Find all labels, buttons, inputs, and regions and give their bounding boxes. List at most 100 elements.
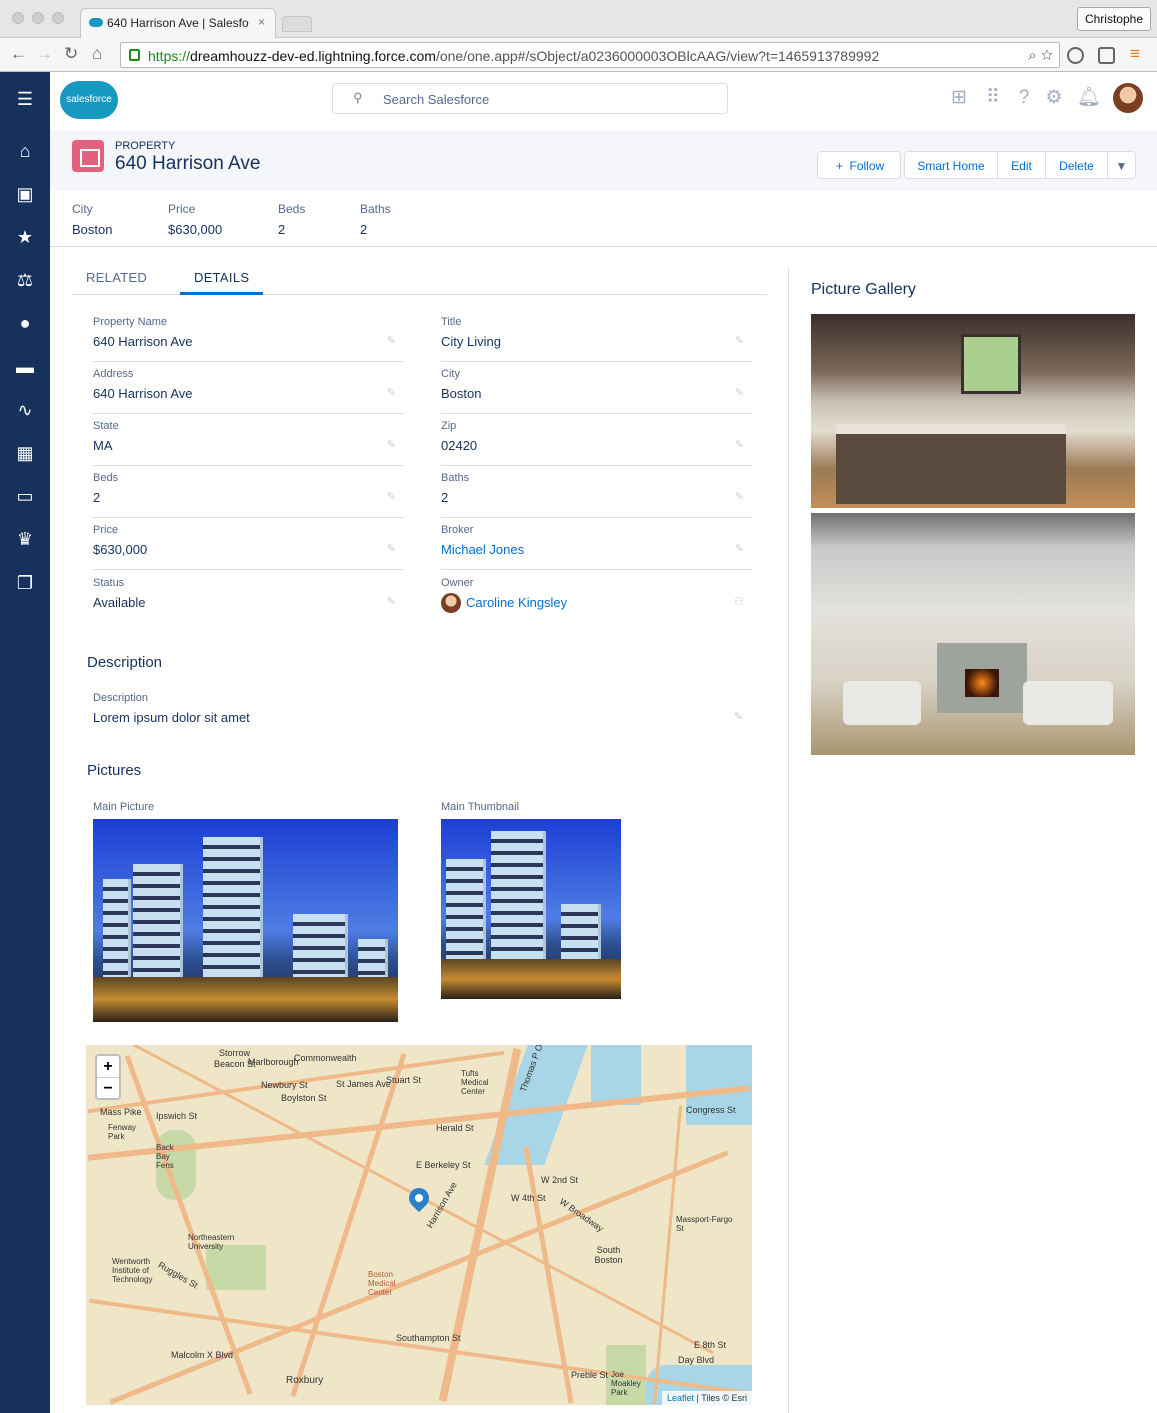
nav-people-icon[interactable]: ● [15,313,35,333]
map-label-marlborough: Marlborough [248,1057,299,1067]
nav-favorites-icon[interactable]: ★ [15,227,35,247]
main-picture-label: Main Picture [93,801,155,813]
browser-tab[interactable]: 640 Harrison Ave | Salesfo × [80,8,276,38]
map-label-congress: Congress St [686,1105,736,1115]
owner-link[interactable]: Caroline Kingsley [466,595,567,610]
leaflet-link[interactable]: Leaflet [667,1393,694,1403]
nav-pulse-icon[interactable]: ∿ [15,400,35,420]
minimize-window-icon[interactable] [32,12,44,24]
broker-link[interactable]: Michael Jones [441,542,524,557]
nav-properties-icon[interactable]: ▣ [15,184,35,204]
setup-gear-icon[interactable]: ⚙ [1043,87,1065,109]
map-label-st-james: St James Ave [336,1079,391,1089]
field-label: Beds [93,472,119,484]
url-path: /one/one.app#/sObject/a0236000003OBlcAAG… [435,48,880,64]
property-record-icon [72,140,104,172]
nav-documents-icon[interactable]: ❐ [15,573,35,593]
help-icon[interactable]: ? [1013,87,1035,109]
left-navigation: ☰ ⌂ ▣ ★ ⚖ ● ▬ ∿ ▦ ▭ ♛ ❐ [0,72,50,1413]
tab-details[interactable]: DETAILS [194,270,249,285]
salesforce-logo[interactable]: salesforce [60,81,118,119]
extension-icon[interactable] [1098,47,1115,64]
global-search-input[interactable]: ⚲ Search Salesforce [332,83,728,114]
field-label: Title [441,316,462,328]
edit-pencil-icon[interactable]: ✎ [387,542,396,555]
app-launcher-icon[interactable]: ⠿ [982,87,1004,109]
gallery-image-living-room[interactable] [811,513,1135,755]
field-label: Description [93,692,149,704]
record-title: 640 Harrison Ave [115,153,261,174]
app-menu-icon[interactable]: ☰ [15,89,35,109]
field-label: State [93,420,119,432]
gallery-image-kitchen[interactable] [811,314,1135,508]
profile-button[interactable]: Christophe [1076,7,1151,31]
global-create-icon[interactable]: ⊞ [948,87,970,109]
map-label-stuart: Stuart St [386,1075,422,1085]
map-zoom-out-button[interactable]: − [97,1077,119,1098]
highlight-price: Price $630,000 [168,202,222,237]
edit-button[interactable]: Edit [997,152,1045,178]
follow-label: Follow [849,159,885,173]
nav-approvals-icon[interactable]: ⚖ [15,270,35,290]
nav-buildings-icon[interactable]: ▦ [15,443,35,463]
map-label-e-8th: E 8th St [694,1340,727,1350]
field-label: Status [93,577,125,589]
field-label: Owner [441,577,474,589]
map-label-mass-pike: Mass Pike [100,1107,142,1117]
maximize-window-icon[interactable] [52,12,64,24]
map-marker-icon[interactable] [404,1183,434,1213]
nav-briefcase-icon[interactable]: ▬ [15,357,35,377]
edit-pencil-icon[interactable]: ✎ [735,542,744,555]
change-owner-icon[interactable]: ⚇ [734,595,744,608]
nav-home-icon[interactable]: ⌂ [15,141,35,161]
edit-pencil-icon[interactable]: ✎ [387,595,396,608]
highlight-label: Price [168,202,196,216]
smart-home-button[interactable]: Smart Home [905,152,997,178]
address-bar[interactable]: https://dreamhouzz-dev-ed.lightning.forc… [120,42,1060,68]
record-actions-group: Smart Home Edit Delete ▼ [904,151,1136,179]
url-host: dreamhouzz-dev-ed.lightning.force.com [190,48,436,64]
browser-menu-icon[interactable]: ≡ [1130,44,1140,64]
property-map[interactable]: Storrow Beacon St Marlborough Commonweal… [86,1045,752,1405]
zoom-bookmark-icons[interactable]: ⌕ ☆ [1028,47,1053,64]
forward-arrow-icon[interactable]: → [36,44,53,64]
edit-pencil-icon[interactable]: ✎ [735,334,744,347]
field-label: Broker [441,524,474,536]
field-label: Address [93,368,134,380]
edit-pencil-icon[interactable]: ✎ [387,490,396,503]
field-broker: Broker Michael Jones ✎ [441,518,752,570]
edit-pencil-icon[interactable]: ✎ [387,386,396,399]
nav-contact-card-icon[interactable]: ▭ [15,486,35,506]
nav-crown-icon[interactable]: ♛ [15,529,35,549]
more-actions-chevron-down-icon[interactable]: ▼ [1107,152,1135,178]
edit-pencil-icon[interactable]: ✎ [387,438,396,451]
main-thumbnail-label: Main Thumbnail [441,801,520,813]
map-label-commonwealth: Commonwealth [294,1053,357,1063]
field-address: Address 640 Harrison Ave ✎ [93,362,404,414]
map-label-back-bay-fens: Back Bay Fens [156,1143,174,1170]
main-thumbnail-image [441,819,621,999]
edit-pencil-icon[interactable]: ✎ [734,710,743,723]
edit-pencil-icon[interactable]: ✎ [735,490,744,503]
notifications-bell-icon[interactable]: 🔔︎ [1077,87,1101,109]
highlight-beds: Beds 2 [278,202,305,237]
tab-related[interactable]: RELATED [86,270,147,285]
edit-pencil-icon[interactable]: ✎ [387,334,396,347]
extension-info-icon[interactable] [1067,47,1084,64]
edit-pencil-icon[interactable]: ✎ [735,386,744,399]
secure-lock-icon [129,49,140,61]
edit-pencil-icon[interactable]: ✎ [735,438,744,451]
map-zoom-in-button[interactable]: + [97,1056,119,1077]
reload-icon[interactable]: ↻ [64,44,78,64]
delete-button[interactable]: Delete [1045,152,1107,178]
back-arrow-icon[interactable]: ← [10,44,27,64]
follow-button[interactable]: + Follow [817,151,901,179]
home-icon[interactable]: ⌂ [92,44,102,64]
user-avatar[interactable] [1113,83,1143,113]
close-tab-icon[interactable]: × [258,15,265,29]
close-window-icon[interactable] [12,12,24,24]
field-value: Lorem ipsum dolor sit amet [93,710,250,725]
highlight-label: Beds [278,202,306,216]
search-icon: ⚲ [353,90,363,105]
new-tab-button[interactable] [282,16,312,32]
